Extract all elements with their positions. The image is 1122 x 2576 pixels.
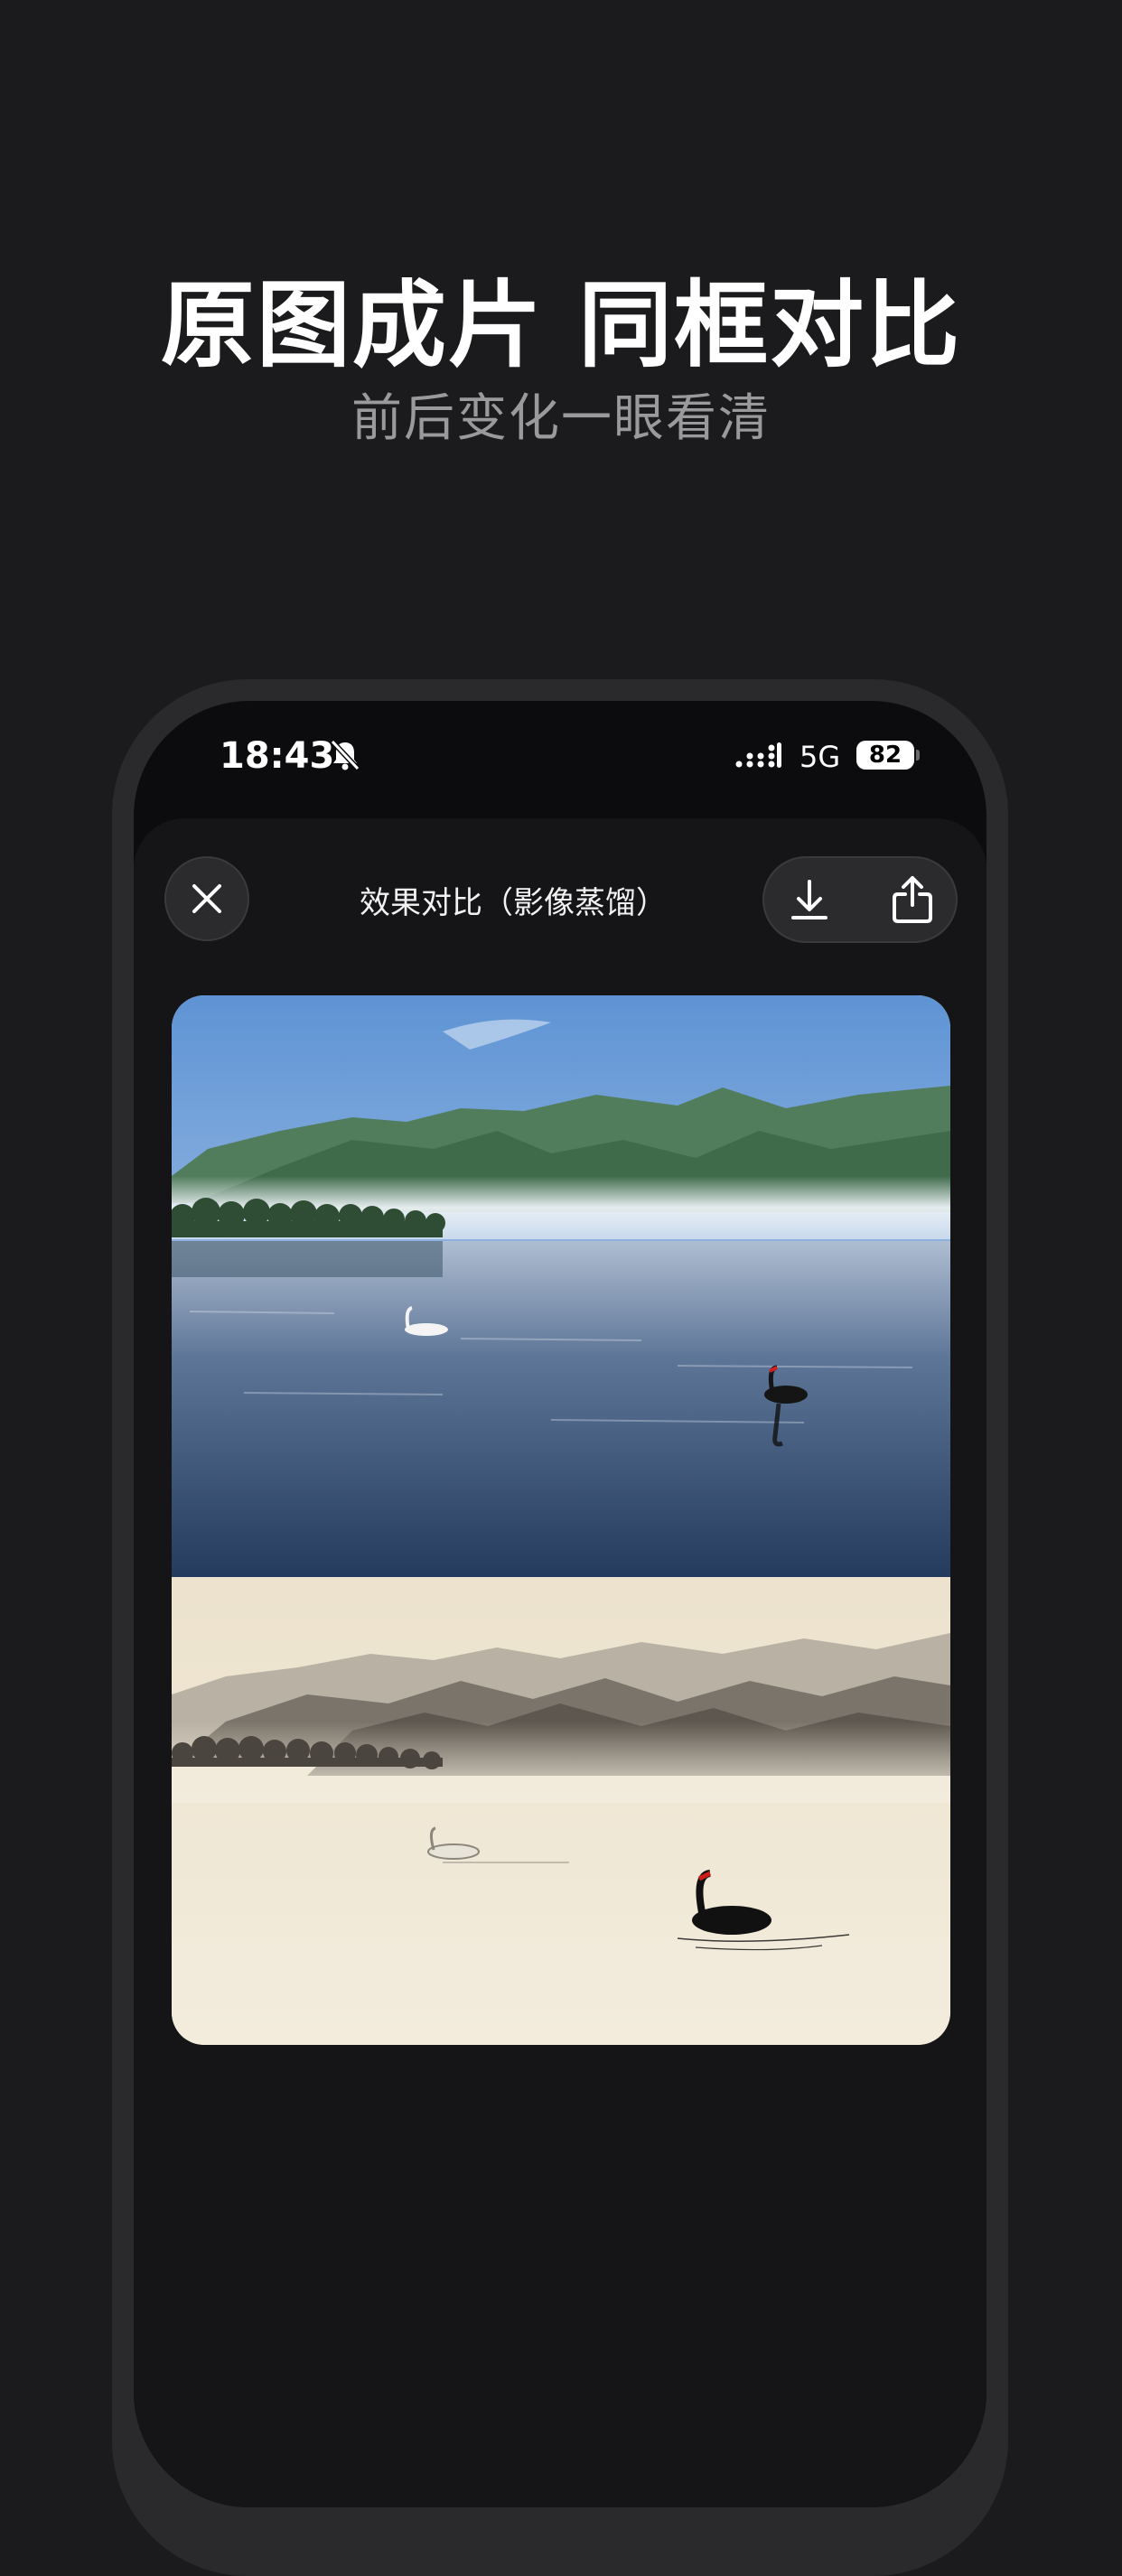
ink-painting-result bbox=[172, 1577, 950, 2045]
original-photo bbox=[172, 995, 950, 1577]
signal-icon bbox=[735, 742, 781, 768]
status-time: 18:43 bbox=[220, 735, 335, 777]
sheet-title: 效果对比（影像蒸馏） bbox=[360, 885, 667, 921]
comparison-card[interactable] bbox=[172, 995, 950, 2045]
share-icon[interactable] bbox=[887, 873, 938, 927]
network-type: 5G bbox=[799, 740, 841, 774]
battery-tip bbox=[916, 750, 920, 761]
download-icon[interactable] bbox=[784, 874, 835, 925]
comparison-sheet: 效果对比（影像蒸馏） bbox=[134, 818, 986, 2507]
action-group bbox=[762, 856, 958, 943]
promo-headline: 原图成片 同框对比 bbox=[160, 270, 962, 380]
close-button[interactable] bbox=[164, 856, 249, 941]
phone-screen: 18:43 5G 82 效果对比（影像蒸馏） bbox=[134, 701, 986, 2507]
battery-indicator: 82 bbox=[856, 741, 914, 770]
close-icon bbox=[192, 884, 221, 913]
bell-slash-icon bbox=[330, 739, 360, 771]
promo-subheadline: 前后变化一眼看清 bbox=[351, 389, 771, 448]
status-bar: 18:43 5G 82 bbox=[134, 701, 986, 817]
